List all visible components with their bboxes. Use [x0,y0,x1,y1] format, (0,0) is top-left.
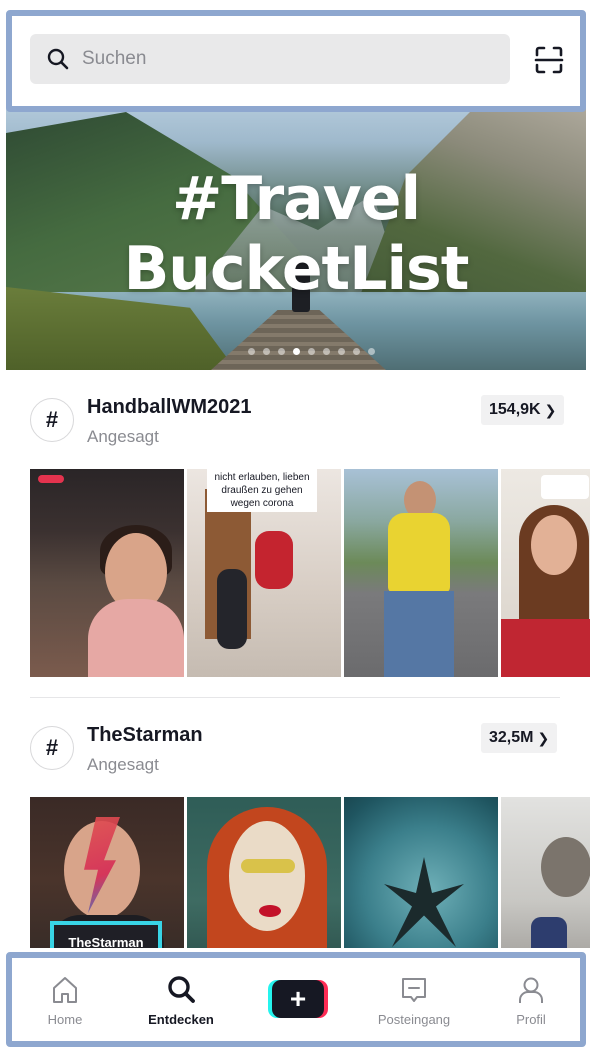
thumb-figure [88,599,184,677]
view-count-button[interactable]: 32,5M ❯ [481,723,558,753]
hashtag-subtitle: Angesagt [87,755,159,774]
carousel-dot[interactable] [338,348,345,355]
carousel-dot[interactable] [353,348,360,355]
hashtag-icon: # [30,398,74,442]
carousel-dot[interactable] [248,348,255,355]
hashtag-section-thestarman: # TheStarman Angesagt 32,5M ❯ [0,700,590,774]
search-icon [168,976,195,1003]
hero-title: #Travel BucketList [123,164,470,304]
video-caption: nicht erlauben, lieben draußen zu gehen … [207,469,317,512]
hashtag-subtitle: Angesagt [87,427,159,446]
thumb-figure [541,837,590,897]
nav-home-label: Home [47,1012,83,1027]
thumb-figure [255,531,293,589]
nav-inbox[interactable]: Posteingang [359,974,469,1027]
scan-icon[interactable] [533,44,565,76]
nav-inbox-label: Posteingang [377,1012,451,1027]
carousel-dot[interactable] [278,348,285,355]
video-row-handballwm2021: nicht erlauben, lieben draußen zu gehen … [30,469,590,677]
nav-home[interactable]: Home [10,974,120,1027]
thumb-figure [241,859,295,873]
thumb-sticker [541,475,589,499]
hero-banner[interactable]: #Travel BucketList [6,92,586,370]
hashtag-name: HandballWM2021 [87,396,252,418]
plus-icon: + [272,980,324,1018]
nav-discover-label: Entdecken [148,1012,214,1027]
hashtag-header[interactable]: # HandballWM2021 Angesagt 154,9K ❯ [0,372,590,446]
search-input[interactable] [82,48,482,70]
profile-icon [519,977,543,1003]
view-count-button[interactable]: 154,9K ❯ [481,395,565,425]
carousel-dot[interactable] [308,348,315,355]
carousel-dots [248,348,375,355]
thumb-figure [388,513,450,593]
thumb-figure [384,857,464,947]
view-count: 32,5M [489,729,534,746]
view-count: 154,9K [489,401,541,418]
carousel-dot[interactable] [368,348,375,355]
video-thumbnail[interactable] [501,469,590,677]
hashtag-header[interactable]: # TheStarman Angesagt 32,5M ❯ [0,700,590,774]
video-thumbnail[interactable] [30,469,184,677]
search-bar[interactable] [30,34,510,84]
section-divider [30,697,560,698]
carousel-dot-active[interactable] [293,348,300,355]
nav-profile[interactable]: Profil [476,974,586,1027]
hashtag-icon: # [30,726,74,770]
top-bar [0,0,590,108]
hashtag-name: TheStarman [87,724,203,746]
chevron-right-icon: ❯ [537,729,550,746]
thumb-figure [217,569,247,649]
video-thumbnail[interactable]: nicht erlauben, lieben draußen zu gehen … [187,469,341,677]
nav-discover[interactable]: Entdecken [126,974,236,1027]
chevron-right-icon: ❯ [544,401,557,418]
home-icon [53,977,77,1003]
live-badge [38,475,64,483]
inbox-icon [402,978,426,1002]
thumb-figure [501,619,590,677]
thumb-figure [259,905,281,917]
nav-profile-label: Profil [516,1012,546,1027]
create-button[interactable]: + [268,980,328,1018]
thumb-figure [531,515,577,575]
thumb-figure [384,591,454,677]
hashtag-section-handballwm2021: # HandballWM2021 Angesagt 154,9K ❯ [0,372,590,446]
search-icon [47,48,69,70]
video-thumbnail[interactable] [344,469,498,677]
carousel-dot[interactable] [263,348,270,355]
carousel-dot[interactable] [323,348,330,355]
